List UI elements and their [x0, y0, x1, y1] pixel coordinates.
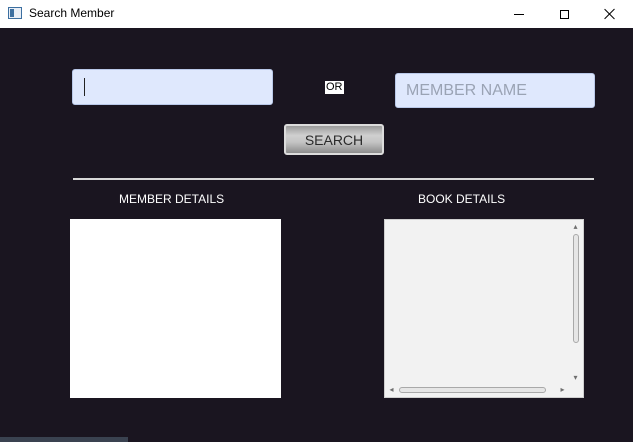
title-bar[interactable]: Search Member [0, 0, 633, 28]
vertical-scrollbar[interactable]: ▴ ▾ [570, 221, 582, 383]
minimize-icon [514, 13, 524, 15]
window-title: Search Member [29, 6, 115, 20]
vertical-scroll-thumb[interactable] [573, 234, 579, 343]
scroll-right-icon[interactable]: ▸ [559, 386, 566, 394]
member-name-input[interactable] [395, 73, 595, 108]
maximize-icon [559, 9, 569, 19]
or-label: OR [325, 81, 344, 94]
close-button[interactable] [587, 0, 633, 28]
member-id-input[interactable] [72, 69, 273, 105]
book-details-heading: BOOK DETAILS [418, 192, 506, 206]
scroll-left-icon[interactable]: ◂ [388, 386, 395, 394]
text-cursor [84, 78, 85, 96]
section-divider [73, 178, 594, 180]
member-details-heading: MEMBER DETAILS [119, 192, 225, 206]
horizontal-scrollbar[interactable]: ◂ ▸ [386, 384, 568, 396]
scroll-up-icon[interactable]: ▴ [572, 223, 579, 231]
close-icon [604, 8, 616, 20]
window-client-area: OR SEARCH MEMBER DETAILS BOOK DETAILS ▴ … [0, 28, 633, 442]
taskbar-strip [0, 437, 128, 442]
app-window-icon [8, 7, 22, 19]
search-button[interactable]: SEARCH [284, 124, 384, 155]
scroll-down-icon[interactable]: ▾ [572, 374, 579, 382]
minimize-button[interactable] [496, 0, 542, 28]
maximize-button[interactable] [541, 0, 587, 28]
horizontal-scroll-thumb[interactable] [399, 387, 546, 393]
book-details-panel[interactable]: ▴ ▾ ◂ ▸ [384, 219, 584, 398]
member-details-panel[interactable] [70, 219, 281, 398]
